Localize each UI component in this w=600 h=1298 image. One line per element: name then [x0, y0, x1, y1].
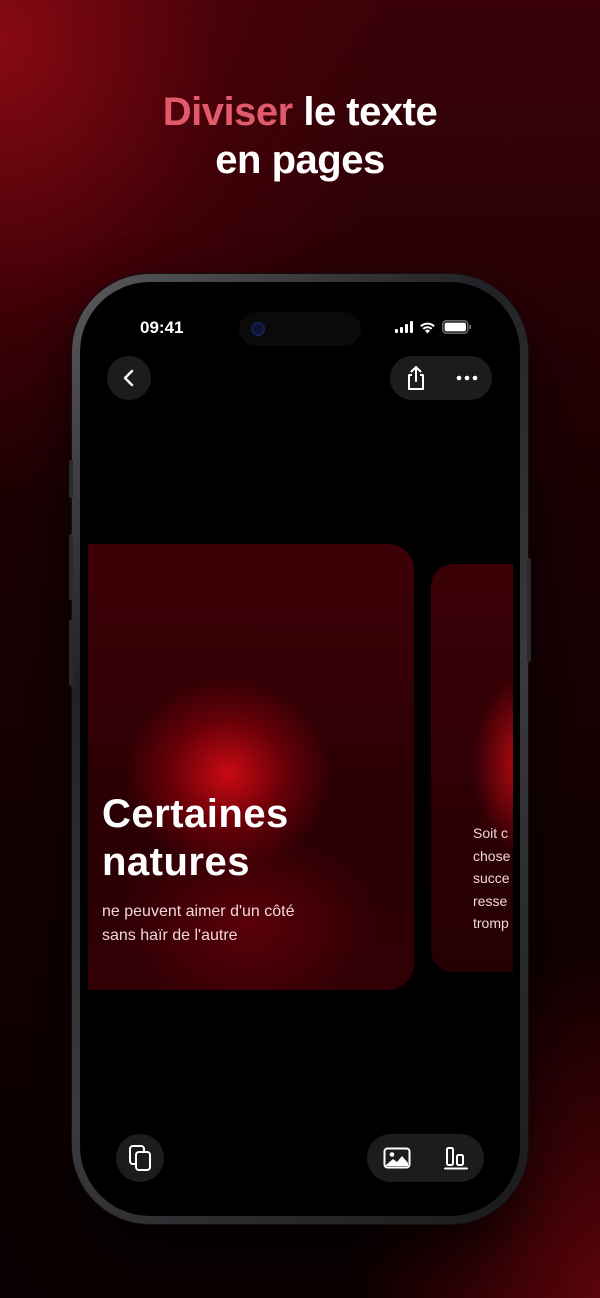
card-subtitle-line1: ne peuvent aimer d'un côté: [102, 903, 295, 920]
phone-volume-down-button: [69, 620, 73, 686]
align-button[interactable]: [443, 1146, 468, 1170]
next-card-line: succe: [473, 870, 510, 886]
more-button[interactable]: [456, 375, 478, 381]
status-time: 09:41: [140, 318, 184, 337]
back-button[interactable]: [107, 356, 151, 400]
card-title-line1: Certaines: [102, 792, 289, 836]
pages-button[interactable]: [116, 1134, 164, 1182]
share-icon: [407, 366, 424, 390]
battery-icon: [442, 320, 471, 334]
card-subtitle: ne peuvent aimer d'un côté sans haïr de …: [102, 900, 295, 948]
ellipsis-icon: [456, 375, 477, 381]
headline-line1: le texte: [292, 90, 438, 134]
next-card-text: Soit c chose succe resse tromp: [473, 822, 510, 935]
card-subtitle-line2: sans haïr de l'autre: [102, 927, 238, 944]
image-button[interactable]: [383, 1147, 411, 1169]
cellular-signal-icon: [395, 321, 413, 333]
image-icon: [383, 1147, 411, 1169]
next-card-line: Soit c: [473, 825, 509, 841]
page-card-next[interactable]: Soit c chose succe resse tromp: [431, 564, 520, 972]
phone-action-button: [69, 460, 73, 498]
headline-line2: en pages: [215, 138, 385, 182]
bottom-actions-pill: [367, 1134, 484, 1182]
chevron-left-icon: [123, 369, 134, 387]
status-bar: 09:41: [80, 282, 520, 346]
card-title-line2: natures: [102, 840, 250, 884]
top-actions-pill: [390, 356, 492, 400]
next-card-line: chose: [473, 847, 511, 864]
next-card-line: resse: [473, 892, 508, 909]
status-icons: [395, 320, 472, 334]
copy-pages-icon: [129, 1145, 151, 1171]
share-button[interactable]: [405, 365, 427, 391]
screen-edge-mask: [513, 564, 520, 972]
promo-headline: Diviser le texte en pages: [0, 88, 600, 184]
card-title: Certaines natures: [102, 790, 289, 886]
phone-power-button: [527, 558, 531, 662]
dynamic-island: [239, 312, 361, 346]
page-card-current[interactable]: Certaines natures ne peuvent aimer d'un …: [88, 544, 414, 990]
wifi-icon: [420, 322, 435, 333]
align-bottom-icon: [443, 1147, 468, 1170]
phone-volume-up-button: [69, 534, 73, 600]
phone-screen: 09:41 Certaines natures ne peuvent aimer…: [80, 282, 520, 1216]
headline-accent: Diviser: [162, 90, 293, 134]
next-card-line: tromp: [473, 915, 509, 931]
camera-icon: [251, 322, 265, 336]
